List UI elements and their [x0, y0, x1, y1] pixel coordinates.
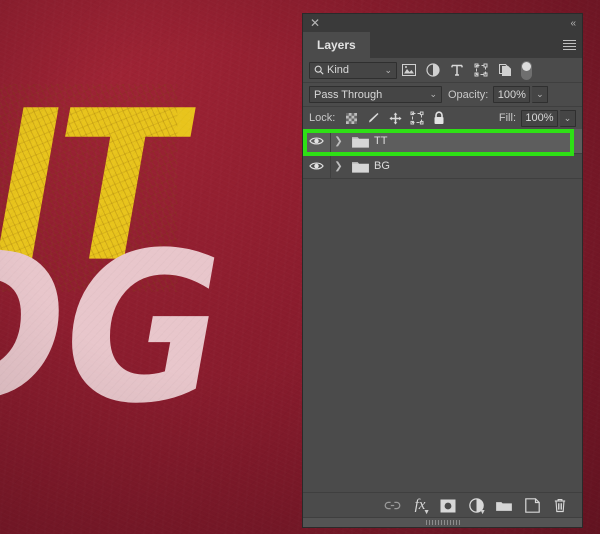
layer-visibility-icon[interactable]	[303, 161, 330, 171]
layer-name: BG	[374, 160, 390, 172]
panel-menu-icon[interactable]	[556, 32, 582, 58]
lock-row: Lock: Fill: 100% ⌄	[303, 107, 582, 129]
layer-list: ❯ TT ❯ BG	[303, 128, 582, 179]
tab-layers-label: Layers	[317, 38, 356, 52]
filter-pixel-layers-icon[interactable]	[397, 59, 421, 81]
tab-bar-spacer	[370, 32, 556, 58]
close-icon[interactable]: ✕	[310, 17, 320, 29]
filter-adjustment-layers-icon[interactable]	[421, 59, 445, 81]
blend-mode-row: Pass Through ⌄ Opacity: 100% ⌄	[303, 83, 582, 107]
panel-tab-bar: Layers	[303, 32, 582, 58]
blend-mode-select[interactable]: Pass Through ⌄	[309, 86, 442, 103]
layers-panel: ✕ « Layers Kind ⌄ Pass Through ⌄ Opacity…	[303, 14, 582, 527]
panel-title-bar: ✕ «	[303, 14, 582, 32]
layer-visibility-icon[interactable]	[303, 136, 330, 146]
filter-type-layers-icon[interactable]	[445, 59, 469, 81]
layer-style-fx-icon[interactable]: fx ▼	[406, 493, 434, 519]
lock-artboard-nesting-icon[interactable]	[406, 108, 428, 128]
group-disclosure-icon[interactable]: ❯	[331, 136, 346, 147]
lock-transparent-pixels-icon[interactable]	[340, 108, 362, 128]
lock-label: Lock:	[309, 112, 336, 124]
filter-enable-toggle[interactable]	[521, 60, 532, 80]
fill-stepper[interactable]: ⌄	[560, 109, 576, 127]
layer-filter-row: Kind ⌄	[303, 58, 582, 83]
search-icon	[314, 65, 324, 75]
chevron-down-icon: ⌄	[429, 89, 437, 99]
panel-resize-grip[interactable]	[303, 517, 582, 527]
fill-label: Fill:	[498, 112, 516, 124]
layer-row[interactable]: ❯ BG	[303, 153, 582, 179]
add-layer-mask-icon[interactable]	[434, 493, 462, 519]
chevron-down-icon: ⌄	[384, 64, 392, 75]
new-adjustment-layer-icon[interactable]: ▼	[462, 493, 490, 519]
lock-position-icon[interactable]	[384, 108, 406, 128]
delete-layer-icon[interactable]	[546, 493, 574, 519]
caret-down-icon: ▼	[479, 508, 486, 516]
collapse-to-icons-icon[interactable]: «	[570, 18, 575, 29]
lock-image-pixels-icon[interactable]	[362, 108, 384, 128]
group-folder-icon	[346, 159, 374, 174]
new-layer-icon[interactable]	[518, 493, 546, 519]
filter-shape-layers-icon[interactable]	[469, 59, 493, 81]
lock-all-icon[interactable]	[428, 108, 450, 128]
layers-bottom-toolbar: fx ▼ ▼	[303, 492, 582, 518]
opacity-stepper[interactable]: ⌄	[532, 86, 549, 103]
caret-down-icon: ▼	[423, 508, 430, 516]
fill-input[interactable]: 100%	[521, 109, 558, 127]
layer-row[interactable]: ❯ TT	[303, 128, 582, 154]
filter-smart-objects-icon[interactable]	[493, 59, 517, 81]
layer-name: TT	[374, 135, 388, 147]
opacity-label: Opacity:	[448, 88, 489, 101]
opacity-input[interactable]: 100%	[493, 86, 531, 103]
new-group-icon[interactable]	[490, 493, 518, 519]
blend-mode-value: Pass Through	[314, 88, 383, 101]
group-folder-icon	[346, 134, 374, 149]
filter-kind-label: Kind	[327, 64, 350, 76]
tab-layers[interactable]: Layers	[303, 32, 370, 58]
group-disclosure-icon[interactable]: ❯	[331, 161, 346, 172]
link-layers-icon[interactable]	[378, 493, 406, 519]
filter-kind-select[interactable]: Kind ⌄	[309, 61, 397, 79]
